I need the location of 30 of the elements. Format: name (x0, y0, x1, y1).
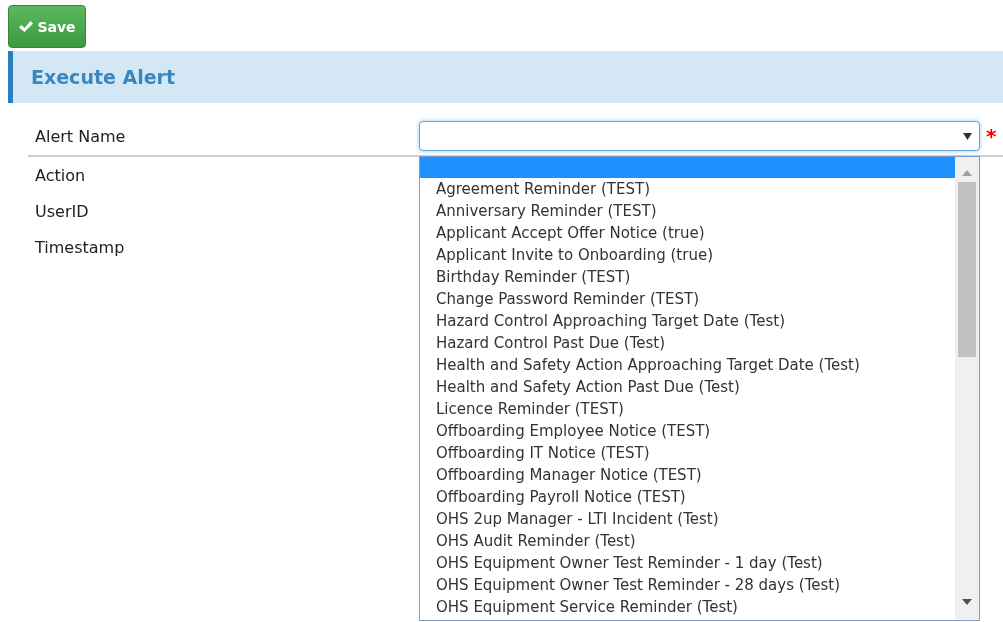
check-icon (18, 19, 35, 34)
dropdown-option[interactable]: Offboarding Payroll Notice (TEST) (420, 486, 955, 508)
field-label: Action (35, 165, 87, 185)
dropdown-option[interactable]: Licence Reminder (TEST) (420, 398, 955, 420)
dropdown-option[interactable]: Hazard Control Past Due (Test) (420, 332, 955, 354)
dropdown-option[interactable]: Hazard Control Approaching Target Date (Test) (420, 310, 955, 332)
dropdown-option[interactable]: OHS 2up Manager - LTI Incident (Test) (420, 508, 955, 530)
dropdown-option[interactable]: Applicant Invite to Onboarding (true) (420, 244, 955, 266)
dropdown-option[interactable]: OHS Equipment Owner Test Reminder - 28 days (Test) (420, 574, 955, 596)
field-label: Alert Name (35, 126, 127, 146)
dropdown-option[interactable]: Offboarding IT Notice (TEST) (420, 442, 955, 464)
dropdown-option[interactable]: Birthday Reminder (TEST) (420, 266, 955, 288)
caret-icon (963, 133, 972, 140)
alert-name-select[interactable] (419, 121, 980, 151)
dropdown-option[interactable]: Change Password Reminder (TEST) (420, 288, 955, 310)
section-title: Execute Alert (31, 66, 176, 88)
dropdown-option[interactable]: Anniversary Reminder (TEST) (420, 200, 955, 222)
dropdown-option[interactable]: Agreement Reminder (TEST) (420, 178, 955, 200)
required-mark: * (986, 124, 997, 148)
dropdown-option[interactable]: OHS Equipment Owner Test Reminder - 1 day (Test) (420, 552, 955, 574)
highlighted-option[interactable] (420, 157, 955, 178)
field-label: UserID (35, 201, 90, 221)
dropdown-option[interactable]: Offboarding Manager Notice (TEST) (420, 464, 955, 486)
dropdown-option[interactable]: Applicant Accept Offer Notice (true) (420, 222, 955, 244)
dropdown-option[interactable]: Offboarding Employee Notice (TEST) (420, 420, 955, 442)
dropdown-option[interactable]: Health and Safety Action Past Due (Test) (420, 376, 955, 398)
dropdown-option[interactable]: Health and Safety Action Approaching Target Date (Test) (420, 354, 955, 376)
field-label: Timestamp (35, 237, 126, 257)
dropdown-option[interactable]: OHS Equipment Service Reminder (Test) (420, 596, 955, 618)
dropdown-option[interactable]: OHS Audit Reminder (Test) (420, 530, 955, 552)
